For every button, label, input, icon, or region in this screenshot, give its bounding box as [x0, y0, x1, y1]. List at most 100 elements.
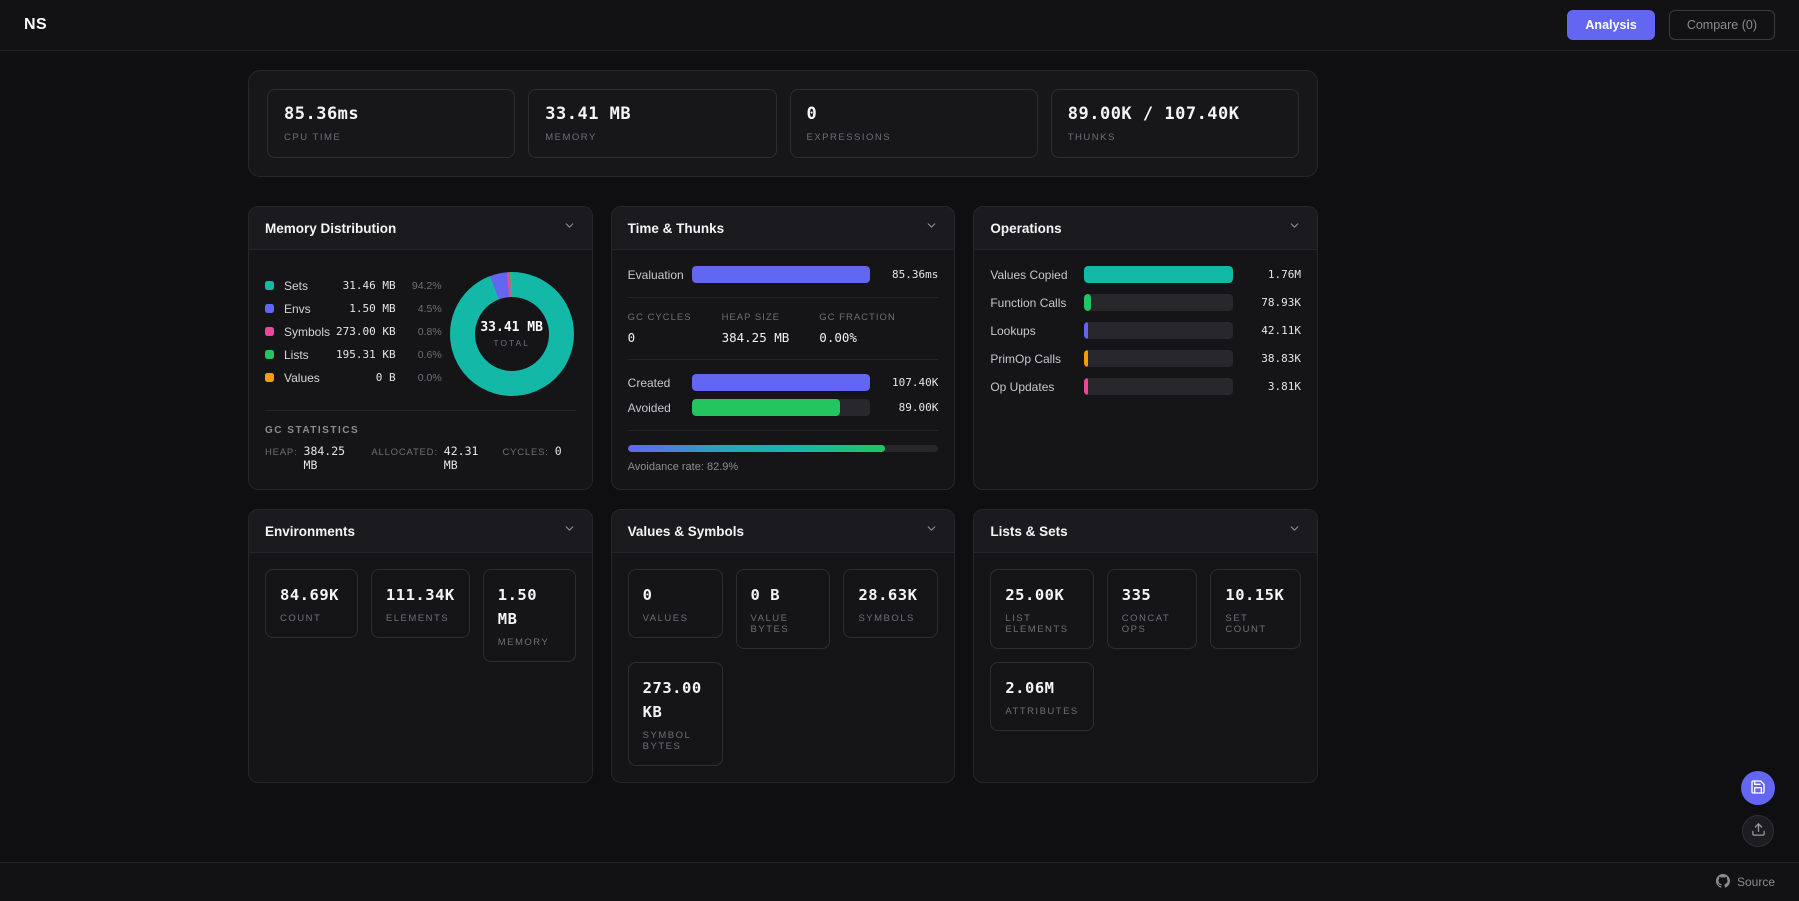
summary-card-expressions: 0 EXPRESSIONS: [790, 89, 1038, 158]
donut-total-value: 33.41 MB: [480, 320, 543, 335]
avoidance-rate-fill: [628, 445, 886, 452]
environments-title: Environments: [265, 524, 355, 539]
evaluation-bar-fill: [692, 266, 871, 283]
legend-row-symbols: Symbols 273.00 KB 0.8%: [265, 323, 442, 341]
save-button[interactable]: [1741, 771, 1775, 805]
gc-statistics-title: GC STATISTICS: [265, 425, 576, 436]
env-count-card: 84.69K COUNT: [265, 569, 358, 638]
divider: [628, 430, 939, 431]
panels-row-2: Environments 84.69K COUNT 111.34K ELEMEN…: [248, 509, 1318, 783]
values-symbols-body: 0 VALUES 0 B VALUE BYTES 28.63K SYMBOLS …: [612, 553, 955, 782]
created-bar-row: Created 107.40K: [628, 374, 939, 391]
primop-calls-row: PrimOp Calls 38.83K: [990, 350, 1301, 367]
created-bar-fill: [692, 374, 871, 391]
op-updates-fill: [1084, 378, 1088, 395]
gc-columns: GC CYCLES 0 HEAP SIZE 384.25 MB GC FRACT…: [628, 312, 939, 345]
upload-icon: [1751, 822, 1766, 840]
summary-card-row: 85.36ms CPU TIME 33.41 MB MEMORY 0 EXPRE…: [248, 70, 1318, 177]
envs-color-dot: [265, 304, 274, 313]
value-bytes-card: 0 B VALUE BYTES: [736, 569, 831, 649]
time-thunks-header[interactable]: Time & Thunks: [612, 207, 955, 250]
primop-calls-fill: [1084, 350, 1088, 367]
share-button[interactable]: [1742, 815, 1774, 847]
expressions-value: 0: [807, 104, 1021, 124]
thunks-value: 89.00K / 107.40K: [1068, 104, 1282, 124]
avoidance-rate-text: Avoidance rate: 82.9%: [628, 461, 939, 473]
divider: [265, 410, 576, 411]
created-bar-track: [692, 374, 871, 391]
analysis-button[interactable]: Analysis: [1567, 10, 1654, 40]
legend-row-lists: Lists 195.31 KB 0.6%: [265, 346, 442, 364]
main-content: 85.36ms CPU TIME 33.41 MB MEMORY 0 EXPRE…: [248, 70, 1318, 783]
avoided-bar-fill: [692, 399, 840, 416]
list-elements-card: 25.00K LIST ELEMENTS: [990, 569, 1093, 649]
page-footer: Source: [0, 862, 1799, 901]
lists-color-dot: [265, 350, 274, 359]
top-bar: NS Analysis Compare (0): [0, 0, 1799, 51]
source-link[interactable]: Source: [1716, 874, 1775, 891]
chevron-down-icon[interactable]: [925, 219, 938, 237]
chevron-down-icon[interactable]: [1288, 522, 1301, 540]
environments-panel: Environments 84.69K COUNT 111.34K ELEMEN…: [248, 509, 593, 783]
memory-donut-center: 33.41 MB TOTAL: [475, 297, 549, 371]
gc-fraction-stat: GC FRACTION 0.00%: [819, 312, 895, 345]
lists-sets-body: 25.00K LIST ELEMENTS 335 CONCAT OPS 10.1…: [974, 553, 1317, 782]
memory-value: 33.41 MB: [545, 104, 759, 124]
environments-header[interactable]: Environments: [249, 510, 592, 553]
symbols-color-dot: [265, 327, 274, 336]
time-thunks-title: Time & Thunks: [628, 221, 725, 236]
time-thunks-panel: Time & Thunks Evaluation 85.36ms GC CYCL…: [611, 206, 956, 490]
values-symbols-title: Values & Symbols: [628, 524, 744, 539]
values-symbols-header[interactable]: Values & Symbols: [612, 510, 955, 553]
symbols-card: 28.63K SYMBOLS: [843, 569, 938, 638]
save-icon: [1750, 779, 1766, 798]
avoided-bar-row: Avoided 89.00K: [628, 399, 939, 416]
github-icon: [1716, 874, 1730, 891]
divider: [628, 297, 939, 298]
summary-card-memory: 33.41 MB MEMORY: [528, 89, 776, 158]
topbar-actions: Analysis Compare (0): [1567, 10, 1775, 40]
operations-body: Values Copied 1.76M Function Calls 78.93…: [974, 250, 1317, 489]
avoided-bar-track: [692, 399, 871, 416]
memory-distribution-body: Sets 31.46 MB 94.2% Envs 1.50 MB 4.5%: [249, 250, 592, 489]
expressions-label: EXPRESSIONS: [807, 132, 1021, 143]
time-thunks-body: Evaluation 85.36ms GC CYCLES 0 HEAP SIZE…: [612, 250, 955, 489]
values-color-dot: [265, 373, 274, 382]
memory-label: MEMORY: [545, 132, 759, 143]
operations-header[interactable]: Operations: [974, 207, 1317, 250]
summary-card-cpu-time: 85.36ms CPU TIME: [267, 89, 515, 158]
concat-ops-card: 335 CONCAT OPS: [1107, 569, 1198, 649]
chevron-down-icon[interactable]: [1288, 219, 1301, 237]
summary-card-thunks: 89.00K / 107.40K THUNKS: [1051, 89, 1299, 158]
chevron-down-icon[interactable]: [925, 522, 938, 540]
environments-body: 84.69K COUNT 111.34K ELEMENTS 1.50 MB ME…: [249, 553, 592, 782]
chevron-down-icon[interactable]: [563, 522, 576, 540]
env-memory-card: 1.50 MB MEMORY: [483, 569, 576, 662]
avoidance-rate-track: [628, 445, 939, 452]
lists-sets-header[interactable]: Lists & Sets: [974, 510, 1317, 553]
app-brand: NS: [24, 16, 47, 34]
cpu-time-label: CPU TIME: [284, 132, 498, 143]
op-updates-row: Op Updates 3.81K: [990, 378, 1301, 395]
thunks-label: THUNKS: [1068, 132, 1282, 143]
source-label: Source: [1737, 875, 1775, 889]
sets-color-dot: [265, 281, 274, 290]
legend-row-values: Values 0 B 0.0%: [265, 369, 442, 387]
env-elements-card: 111.34K ELEMENTS: [371, 569, 470, 638]
gc-statistics-row: HEAP: 384.25 MB ALLOCATED: 42.31 MB CYCL…: [265, 444, 576, 472]
values-copied-fill: [1084, 266, 1233, 283]
chevron-down-icon[interactable]: [563, 219, 576, 237]
function-calls-fill: [1084, 294, 1091, 311]
lists-sets-panel: Lists & Sets 25.00K LIST ELEMENTS 335 CO…: [973, 509, 1318, 783]
donut-total-label: TOTAL: [493, 338, 530, 348]
legend-row-sets: Sets 31.46 MB 94.2%: [265, 277, 442, 295]
gc-cycles-stat: GC CYCLES 0: [628, 312, 692, 345]
cpu-time-value: 85.36ms: [284, 104, 498, 124]
symbol-bytes-card: 273.00 KB SYMBOL BYTES: [628, 662, 723, 766]
compare-button[interactable]: Compare (0): [1669, 10, 1775, 40]
memory-distribution-title: Memory Distribution: [265, 221, 396, 236]
lookups-fill: [1084, 322, 1088, 339]
panels-row-1: Memory Distribution Sets 31.46 MB 94.2%: [248, 206, 1318, 490]
memory-distribution-header[interactable]: Memory Distribution: [249, 207, 592, 250]
heap-size-stat: HEAP SIZE 384.25 MB: [722, 312, 790, 345]
